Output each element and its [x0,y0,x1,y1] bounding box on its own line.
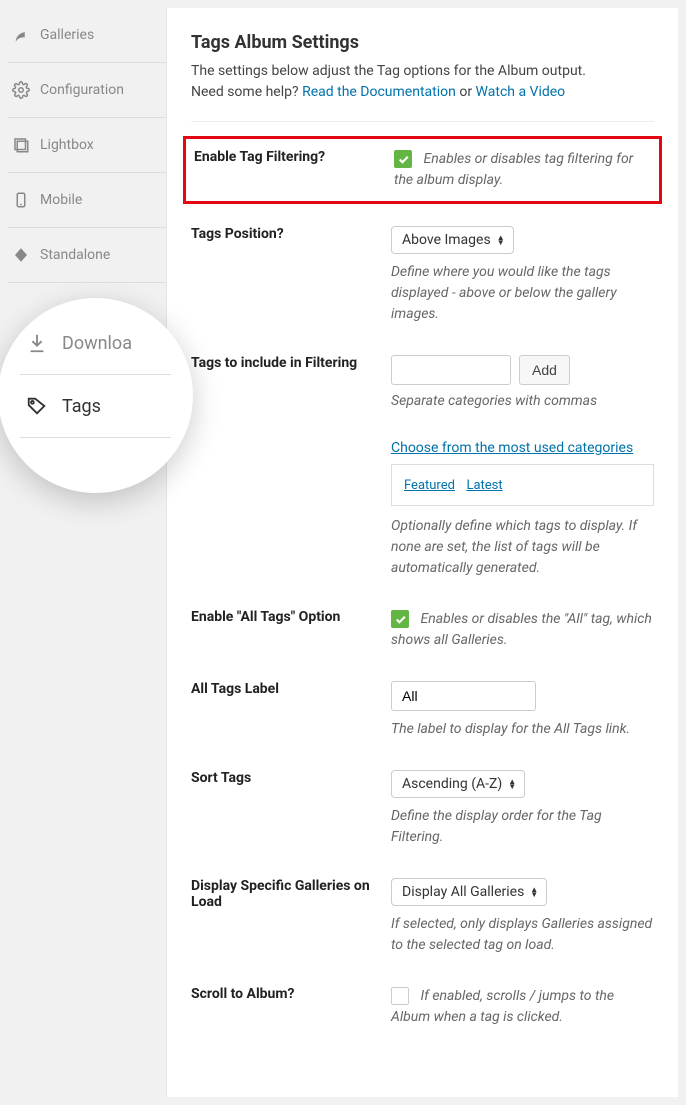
download-icon [26,332,48,354]
leaf-icon [12,26,30,44]
watch-video-link[interactable]: Watch a Video [476,84,566,100]
label-scroll-to-album: Scroll to Album? [191,986,391,1028]
sidebar-item-tags[interactable]: Tags [20,375,171,438]
select-value: Display All Galleries [402,884,524,900]
label-sort-tags: Sort Tags [191,770,391,848]
sidebar-item-galleries[interactable]: Galleries [8,8,166,63]
highlight-enable-tag-filtering: Enable Tag Filtering? Enables or disable… [183,136,662,204]
sidebar-item-label: Galleries [40,27,94,43]
label-tags-position: Tags Position? [191,226,391,325]
sidebar-item-standalone[interactable]: Standalone [8,228,166,283]
magnify-lens: Downloa Tags [0,298,193,493]
sidebar-item-label: Tags [62,396,101,417]
desc-enable-filtering: Enables or disables tag filtering for th… [394,151,633,188]
select-sort-tags[interactable]: Ascending (A-Z) ▲▼ [391,770,525,798]
desc-sort-tags: Define the display order for the Tag Fil… [391,806,654,848]
label-all-tags-label: All Tags Label [191,681,391,740]
page-title: Tags Album Settings [191,32,654,53]
desc-tags-include-optional: Optionally define which tags to display.… [391,518,637,576]
read-docs-link[interactable]: Read the Documentation [302,84,456,100]
desc-all-tags-label: The label to display for the All Tags li… [391,719,654,740]
subtitle-or: or [456,84,476,100]
label-display-specific: Display Specific Galleries on Load [191,878,391,956]
mobile-icon [12,191,30,209]
updown-icon: ▲▼ [497,235,505,245]
label-enable-filtering: Enable Tag Filtering? [194,149,394,191]
sidebar-item-label: Lightbox [40,137,94,153]
desc-tags-position: Define where you would like the tags dis… [391,262,654,325]
select-value: Above Images [402,232,491,248]
divider [191,121,654,122]
gear-icon [12,81,30,99]
checkbox-scroll-to-album[interactable] [391,987,409,1005]
sidebar-item-lightbox[interactable]: Lightbox [8,118,166,173]
input-tags-include[interactable] [391,355,511,385]
sidebar-item-label: Mobile [40,192,82,208]
subtitle-line1: The settings below adjust the Tag option… [191,63,586,79]
diamond-icon [12,246,30,264]
main-panel: Tags Album Settings The settings below a… [166,8,678,1097]
choose-categories-link[interactable]: Choose from the most used categories [391,440,633,456]
desc-all-tags: Enables or disables the "All" tag, which… [391,611,652,648]
label-all-tags: Enable "All Tags" Option [191,609,391,651]
sidebar: Galleries Configuration Lightbox Mobile [8,8,166,1097]
sidebar-item-label: Standalone [40,247,110,263]
sidebar-item-downloads[interactable]: Downloa [20,326,171,375]
categories-box: Featured Latest [391,464,654,506]
updown-icon: ▲▼ [530,887,538,897]
desc-display-specific: If selected, only displays Galleries ass… [391,914,654,956]
desc-separate-commas: Separate categories with commas [391,391,654,412]
category-featured[interactable]: Featured [404,478,455,493]
checkbox-all-tags[interactable] [391,610,409,628]
sidebar-item-mobile[interactable]: Mobile [8,173,166,228]
add-button[interactable]: Add [519,355,570,385]
page-subtitle: The settings below adjust the Tag option… [191,61,654,103]
select-tags-position[interactable]: Above Images ▲▼ [391,226,514,254]
sidebar-item-configuration[interactable]: Configuration [8,63,166,118]
input-all-tags-label[interactable] [391,681,536,711]
checkbox-enable-filtering[interactable] [394,150,412,168]
label-tags-include: Tags to include in Filtering [191,355,391,579]
subtitle-prefix: Need some help? [191,84,302,100]
select-value: Ascending (A-Z) [402,776,502,792]
layers-icon [12,136,30,154]
updown-icon: ▲▼ [508,779,516,789]
sidebar-item-label: Downloa [62,333,132,354]
desc-scroll-to-album: If enabled, scrolls / jumps to the Album… [391,988,614,1025]
category-latest[interactable]: Latest [466,478,502,493]
sidebar-item-label: Configuration [40,82,124,98]
tag-icon [26,395,48,417]
select-display-specific[interactable]: Display All Galleries ▲▼ [391,878,547,906]
